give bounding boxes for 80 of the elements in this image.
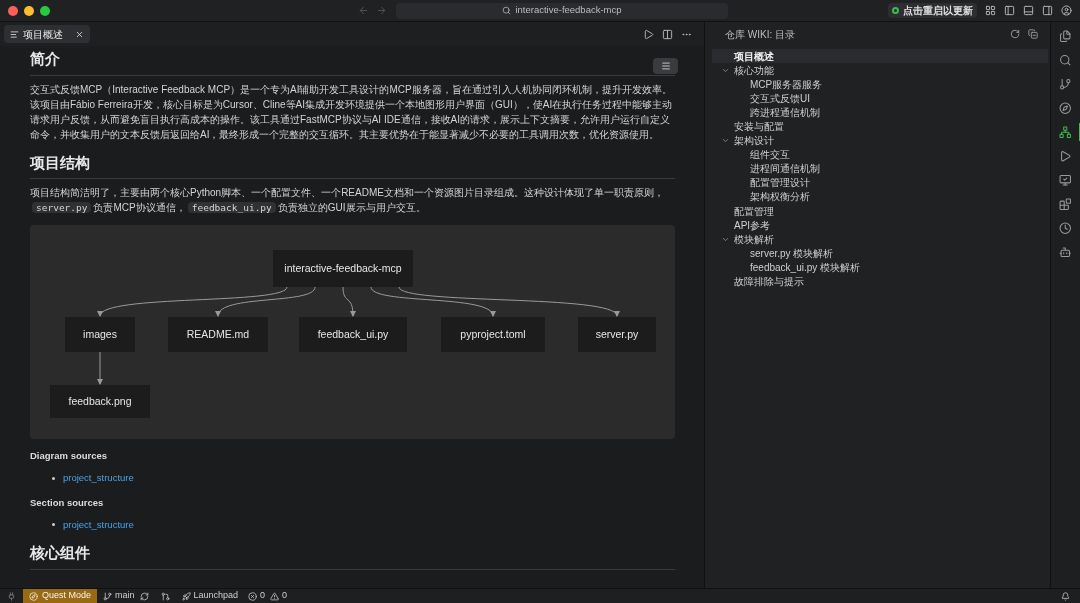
diagram-node: interactive-feedback-mcp bbox=[273, 250, 413, 287]
command-search-field[interactable]: interactive-feedback-mcp bbox=[396, 2, 728, 19]
wiki-tree-item[interactable]: 安装与配置 bbox=[712, 119, 1048, 134]
sync-icon[interactable] bbox=[139, 591, 149, 601]
section-heading: 核心组件 bbox=[30, 542, 675, 570]
wiki-tree-item[interactable]: 跨进程通信机制 bbox=[712, 105, 1048, 120]
error-icon bbox=[248, 591, 258, 601]
paragraph: 交互式反馈MCP（Interactive Feedback MCP）是一个专为AI辅助开发工具设计的MCP服务器，旨在通过引入人机协同闭环机制，提升开发效率。该项目由Fábio Ferreira开发，核心目标是为Cursor、Cline等AI集成开发环境提供一个本地图形用户界面（GUI），使AI在执行任务过程中能够主动请求用户反馈，从而避免盲目执行高成本的操作。该工具通过FastMCP协议与AI IDE通信，接收AI的请求，展示上下文摘要，允许用户运行自定义命令，并收集用户的文本反馈后返回给AI，最终形成一个完整的交互循环。其主要优势在于能显著减少不必要的工具调用次数，优化资源使用。 bbox=[30, 82, 674, 142]
minimize-window-icon[interactable] bbox=[24, 5, 34, 16]
wiki-tree-item[interactable]: 进程间通信机制 bbox=[712, 161, 1048, 176]
wiki-tree-item[interactable]: feedback_ui.py 模块解析 bbox=[712, 260, 1048, 275]
wiki-tree-item[interactable]: 配置管理设计 bbox=[712, 175, 1048, 190]
panel-title: 仓库 WIKI: 目录 bbox=[725, 27, 795, 42]
panel-bottom-icon[interactable] bbox=[1023, 5, 1034, 16]
wiki-tree-item[interactable]: 组件交互 bbox=[712, 147, 1048, 162]
source-link[interactable]: project_structure bbox=[63, 471, 134, 486]
bullet-icon bbox=[52, 476, 55, 480]
clock-icon[interactable] bbox=[1059, 222, 1072, 235]
diagram-node: pyproject.toml bbox=[441, 317, 545, 352]
branch-icon[interactable] bbox=[1059, 78, 1072, 91]
editor-tab[interactable]: 项目概述 bbox=[4, 25, 90, 43]
wiki-tree-item[interactable]: 模块解析 bbox=[712, 232, 1048, 247]
problems-button[interactable]: 0 0 bbox=[248, 589, 288, 603]
source-link[interactable]: project_structure bbox=[63, 517, 134, 532]
files-icon[interactable] bbox=[1059, 30, 1072, 43]
search-icon bbox=[502, 6, 512, 15]
wiki-tree-item[interactable]: 故障排除与提示 bbox=[712, 274, 1048, 289]
monitor-icon[interactable] bbox=[1059, 174, 1072, 187]
wiki-tree-item[interactable]: server.py 模块解析 bbox=[712, 246, 1048, 261]
split-editor-icon[interactable] bbox=[662, 28, 673, 40]
wiki-tree-item[interactable]: MCP服务器服务 bbox=[712, 77, 1048, 92]
compass-icon bbox=[29, 591, 38, 601]
quest-mode-button[interactable]: Quest Mode bbox=[23, 589, 98, 603]
robot-icon[interactable] bbox=[1059, 246, 1072, 259]
section-heading: 项目结构 bbox=[30, 151, 675, 179]
branch-button[interactable]: main bbox=[103, 589, 135, 603]
sources-label: Section sources bbox=[30, 495, 105, 510]
wiki-tree-item[interactable]: 配置管理 bbox=[712, 204, 1048, 219]
compass-icon[interactable] bbox=[1059, 102, 1072, 115]
connector-arrow bbox=[342, 286, 356, 317]
wiki-tree-item[interactable]: API参考 bbox=[712, 218, 1048, 233]
connector-arrow bbox=[97, 351, 103, 385]
network-icon[interactable] bbox=[1059, 126, 1072, 139]
close-icon[interactable] bbox=[75, 29, 84, 39]
paragraph: 项目结构简洁明了，主要由两个核心Python脚本、一个配置文件、一个README文档和一个资源图片目录组成。这种设计体现了单一职责原则， server.py 负责MCP协议通信， feedback_ui.py 负责独立的GUI展示与用户交互。 bbox=[30, 186, 665, 215]
layout-icon[interactable] bbox=[985, 5, 996, 16]
wiki-tree-item[interactable]: 项目概述 bbox=[712, 49, 1048, 64]
diagram-node: server.py bbox=[578, 317, 656, 352]
panel-right-icon[interactable] bbox=[1042, 5, 1053, 16]
wiki-tree-item[interactable]: 核心功能 bbox=[712, 63, 1048, 78]
warning-icon bbox=[270, 591, 280, 601]
diagram-node: images bbox=[65, 317, 135, 352]
play-icon[interactable] bbox=[643, 28, 654, 40]
diagram-node: feedback.png bbox=[50, 385, 150, 418]
update-button[interactable]: 点击重启以更新 bbox=[888, 3, 977, 18]
diagram-node: feedback_ui.py bbox=[299, 317, 407, 352]
account-icon[interactable] bbox=[1061, 5, 1072, 16]
branch-icon bbox=[103, 591, 113, 601]
refresh-icon[interactable] bbox=[1010, 29, 1020, 39]
panel-left-icon[interactable] bbox=[1004, 5, 1015, 16]
bullet-icon bbox=[52, 523, 55, 527]
sources-label: Diagram sources bbox=[30, 449, 109, 463]
wiki-tree-item[interactable]: 架构设计 bbox=[712, 133, 1048, 148]
search-icon[interactable] bbox=[1059, 54, 1072, 67]
wiki-tree-item[interactable]: 架构权衡分析 bbox=[712, 189, 1048, 205]
launchpad-button[interactable]: Launchpad bbox=[181, 589, 239, 603]
wiki-tree-item[interactable]: 交互式反馈UI bbox=[712, 91, 1048, 106]
close-window-icon[interactable] bbox=[8, 5, 18, 16]
pull-request-icon[interactable] bbox=[160, 591, 170, 601]
outline-menu-button[interactable] bbox=[653, 58, 678, 74]
notification-icon[interactable] bbox=[1061, 591, 1070, 601]
menu-icon bbox=[660, 61, 671, 71]
document-icon bbox=[10, 29, 19, 39]
rocket-icon bbox=[181, 591, 191, 601]
section-heading: 简介 bbox=[30, 48, 675, 76]
maximize-window-icon[interactable] bbox=[40, 5, 50, 16]
extensions-icon[interactable] bbox=[1059, 198, 1072, 211]
play-icon[interactable] bbox=[1059, 150, 1072, 163]
diagram-node: README.md bbox=[168, 317, 268, 352]
window-title: interactive-feedback-mcp bbox=[515, 3, 622, 18]
